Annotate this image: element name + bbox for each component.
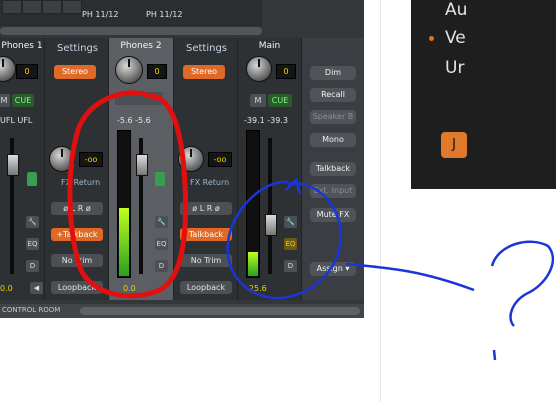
annotation-layer <box>67 90 554 361</box>
question-dot-annotation <box>492 349 497 361</box>
arrow-pointer-annotation <box>285 177 302 195</box>
connector-line-annotation <box>345 262 475 292</box>
question-mark-annotation <box>490 240 554 327</box>
red-circle-annotation <box>67 90 189 299</box>
blue-circle-annotation <box>226 180 343 300</box>
